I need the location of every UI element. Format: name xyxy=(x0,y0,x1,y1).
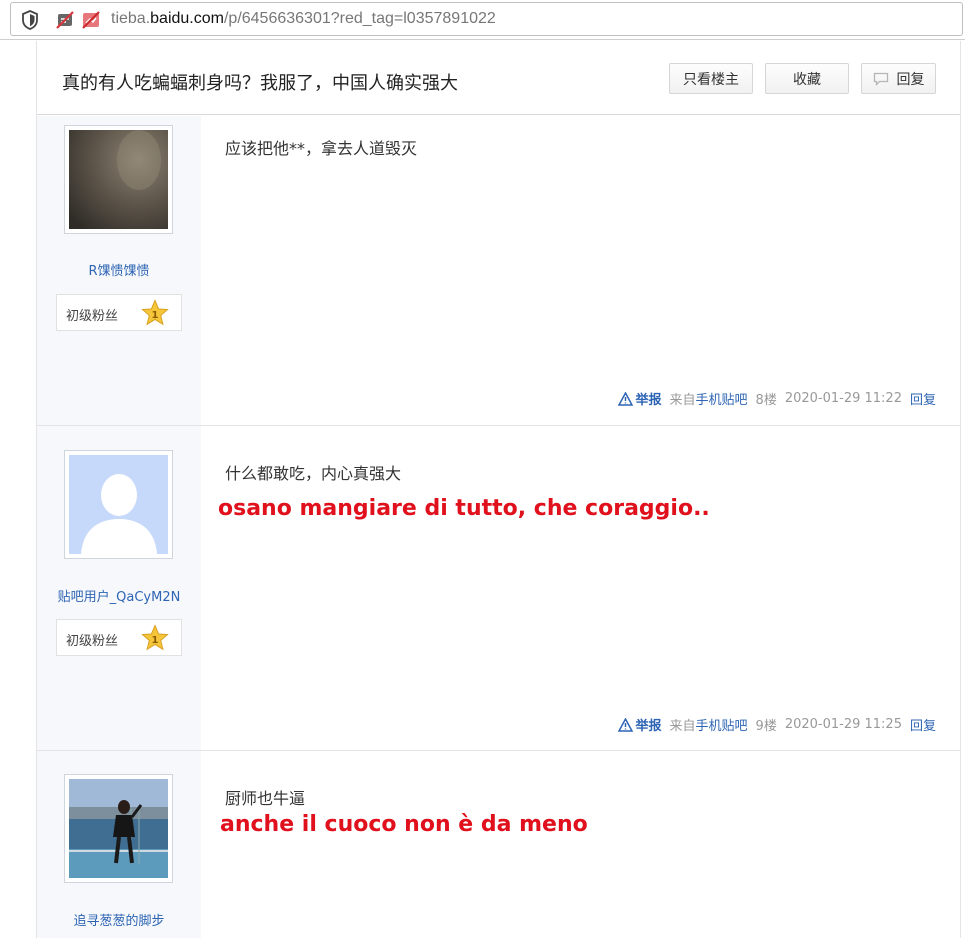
post-floor-10: 追寻葱葱的脚步 厨师也牛逼 anche il cuoco non è da me… xyxy=(37,751,960,938)
thread-header: 真的有人吃蝙蝠刺身吗？我服了，中国人确实强大 只看楼主 收藏 回复 xyxy=(37,41,960,115)
post-time: 2020-01-29 11:22 xyxy=(784,391,902,406)
floor-number: 8楼 xyxy=(755,393,777,408)
badge-label: 初级粉丝 xyxy=(66,634,119,649)
avatar-photo xyxy=(69,779,168,878)
post-reply-link[interactable]: 回复 xyxy=(910,389,936,408)
level-star-icon: 1 xyxy=(141,299,169,326)
thread-title: 真的有人吃蝙蝠刺身吗？我服了，中国人确实强大 xyxy=(62,73,458,94)
level-number: 1 xyxy=(152,310,159,321)
source-link[interactable]: 手机贴吧 xyxy=(696,715,748,734)
browser-toolbar: tieba.baidu.com/p/6456636301?red_tag=l03… xyxy=(0,0,965,40)
author-sidebar: 追寻葱葱的脚步 xyxy=(37,751,201,938)
username[interactable]: 追寻葱葱的脚步 xyxy=(37,910,201,929)
post-time: 2020-01-29 11:25 xyxy=(784,717,902,732)
reply-button[interactable]: 回复 xyxy=(861,63,936,94)
source-prefix: 来自 xyxy=(669,719,696,734)
post-content: 厨师也牛逼 xyxy=(225,789,306,808)
report-link[interactable]: 举报 xyxy=(617,389,662,408)
tracking-blocked-icon[interactable] xyxy=(55,10,75,30)
warning-icon xyxy=(617,391,633,406)
report-link[interactable]: 举报 xyxy=(617,715,662,734)
avatar xyxy=(69,130,168,229)
fan-badge[interactable]: 初级粉丝 1 xyxy=(56,294,182,331)
level-number: 1 xyxy=(152,635,159,646)
shield-icon[interactable] xyxy=(21,10,39,30)
avatar-frame[interactable] xyxy=(64,125,173,234)
post-content: 应该把他**，拿去人道毁灭 xyxy=(225,139,418,158)
url-text[interactable]: tieba.baidu.com/p/6456636301?red_tag=l03… xyxy=(111,10,496,28)
address-bar[interactable]: tieba.baidu.com/p/6456636301?red_tag=l03… xyxy=(10,2,963,36)
floor-number: 9楼 xyxy=(755,719,777,734)
post-floor-8: R馃愦馃愦 初级粉丝 1 应该把他**，拿去人道毁灭 举报 来自 手机贴吧 8楼 … xyxy=(37,116,960,426)
author-sidebar: 贴吧用户_QaCyM2N 初级粉丝 1 xyxy=(37,426,201,750)
translation-overlay: anche il cuoco non è da meno xyxy=(220,812,588,837)
fan-badge[interactable]: 初级粉丝 1 xyxy=(56,619,182,656)
username[interactable]: R馃愦馃愦 xyxy=(37,260,201,279)
author-sidebar: R馃愦馃愦 初级粉丝 1 xyxy=(37,116,201,425)
comment-icon xyxy=(873,72,888,86)
badge-label: 初级粉丝 xyxy=(66,309,119,324)
username[interactable]: 贴吧用户_QaCyM2N xyxy=(37,586,201,605)
post-content: 什么都敢吃，内心真强大 xyxy=(225,464,402,483)
avatar-default xyxy=(69,455,168,554)
thread-page: 真的有人吃蝙蝠刺身吗？我服了，中国人确实强大 只看楼主 收藏 回复 R馃愦馃愦 … xyxy=(36,41,961,938)
post-reply-link[interactable]: 回复 xyxy=(910,715,936,734)
reply-button-label: 回复 xyxy=(896,71,925,88)
warning-icon xyxy=(617,717,633,732)
avatar-frame[interactable] xyxy=(64,450,173,559)
favorite-button[interactable]: 收藏 xyxy=(765,63,849,94)
translation-overlay: osano mangiare di tutto, che coraggio.. xyxy=(218,496,710,521)
source-prefix: 来自 xyxy=(669,393,696,408)
only-op-button[interactable]: 只看楼主 xyxy=(669,63,753,94)
post-meta: 举报 来自 手机贴吧 8楼 2020-01-29 11:22 回复 xyxy=(617,389,936,408)
level-star-icon: 1 xyxy=(141,624,169,651)
source-link[interactable]: 手机贴吧 xyxy=(696,389,748,408)
post-floor-9: 贴吧用户_QaCyM2N 初级粉丝 1 什么都敢吃，内心真强大 osano ma… xyxy=(37,426,960,751)
post-meta: 举报 来自 手机贴吧 9楼 2020-01-29 11:25 回复 xyxy=(617,715,936,734)
blocked-permission-icon[interactable] xyxy=(81,10,101,30)
avatar-frame[interactable] xyxy=(64,774,173,883)
